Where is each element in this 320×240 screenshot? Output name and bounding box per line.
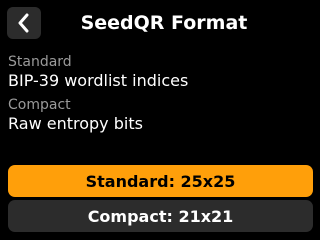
- standard-label: Standard: [8, 54, 72, 70]
- compact-option-info: Compact Raw entropy bits: [8, 97, 312, 134]
- compact-format-button[interactable]: Compact: 21x21: [8, 200, 313, 232]
- compact-label: Compact: [8, 97, 71, 113]
- standard-description: BIP-39 wordlist indices: [8, 71, 189, 90]
- compact-description: Raw entropy bits: [8, 114, 143, 133]
- top-bar: SeedQR Format: [0, 0, 320, 46]
- standard-format-button[interactable]: Standard: 25x25: [8, 165, 313, 197]
- page-title: SeedQR Format: [80, 12, 248, 34]
- standard-option-info: Standard BIP-39 wordlist indices: [8, 54, 312, 91]
